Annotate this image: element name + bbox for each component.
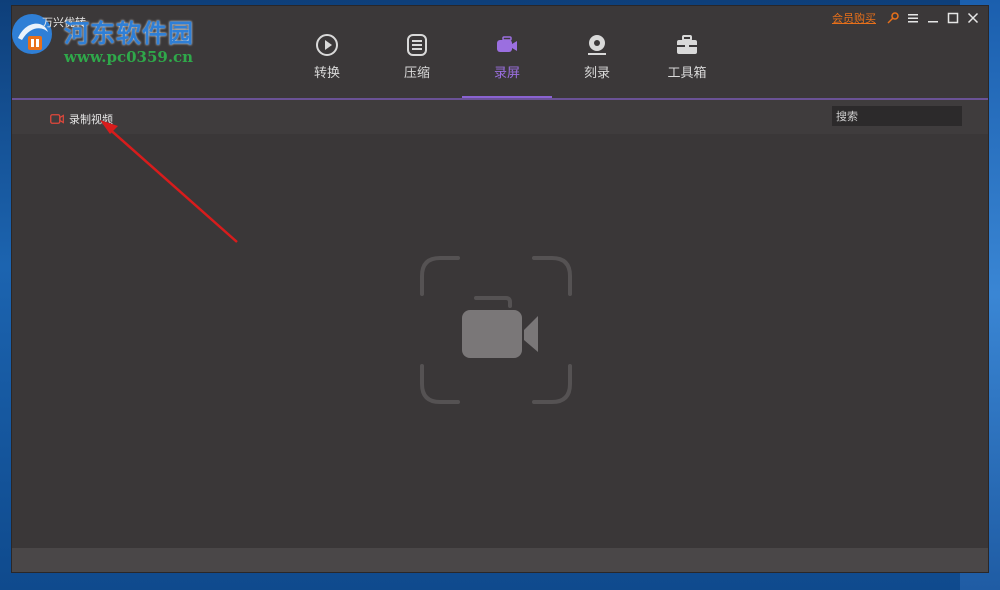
status-bar xyxy=(12,548,988,572)
record-camera-icon xyxy=(494,32,520,58)
toolbox-icon xyxy=(674,32,700,58)
title-bar: 万兴优转 河东软件园 www.pc0359.cn 转换 压缩 录屏 刻录 工具箱… xyxy=(12,6,988,98)
video-camera-icon xyxy=(50,109,64,128)
maximize-icon[interactable] xyxy=(946,11,960,25)
search-input[interactable] xyxy=(832,106,962,126)
tab-record[interactable]: 录屏 xyxy=(462,6,552,98)
app-window: 万兴优转 河东软件园 www.pc0359.cn 转换 压缩 录屏 刻录 工具箱… xyxy=(12,6,988,572)
tab-toolbox-label: 工具箱 xyxy=(667,66,707,81)
tab-burn-label: 刻录 xyxy=(583,66,610,81)
tab-compress[interactable]: 压缩 xyxy=(372,6,462,98)
tab-record-label: 录屏 xyxy=(493,66,520,81)
tab-toolbox[interactable]: 工具箱 xyxy=(642,6,732,98)
main-nav: 转换 压缩 录屏 刻录 工具箱 xyxy=(282,6,732,98)
menu-icon[interactable] xyxy=(906,11,920,25)
vip-purchase-link[interactable]: 会员购买 xyxy=(832,10,876,26)
record-video-button[interactable]: 录制视频 xyxy=(50,109,113,128)
recording-list-area xyxy=(12,134,988,548)
watermark-url: www.pc0359.cn xyxy=(64,48,194,66)
tab-convert[interactable]: 转换 xyxy=(282,6,372,98)
record-video-label: 录制视频 xyxy=(69,112,113,126)
key-icon[interactable] xyxy=(886,11,900,25)
watermark-site-name: 河东软件园 xyxy=(64,19,195,48)
sub-toolbar: 录制视频 xyxy=(12,100,988,134)
compress-icon xyxy=(404,32,430,58)
empty-record-illustration-icon xyxy=(420,256,572,404)
minimize-icon[interactable] xyxy=(926,11,940,25)
window-controls: 会员购买 xyxy=(832,10,980,26)
disc-burn-icon xyxy=(584,32,610,58)
play-circle-icon xyxy=(314,32,340,58)
close-icon[interactable] xyxy=(966,11,980,25)
tab-burn[interactable]: 刻录 xyxy=(552,6,642,98)
tab-convert-label: 转换 xyxy=(313,66,340,81)
tab-compress-label: 压缩 xyxy=(403,66,430,81)
